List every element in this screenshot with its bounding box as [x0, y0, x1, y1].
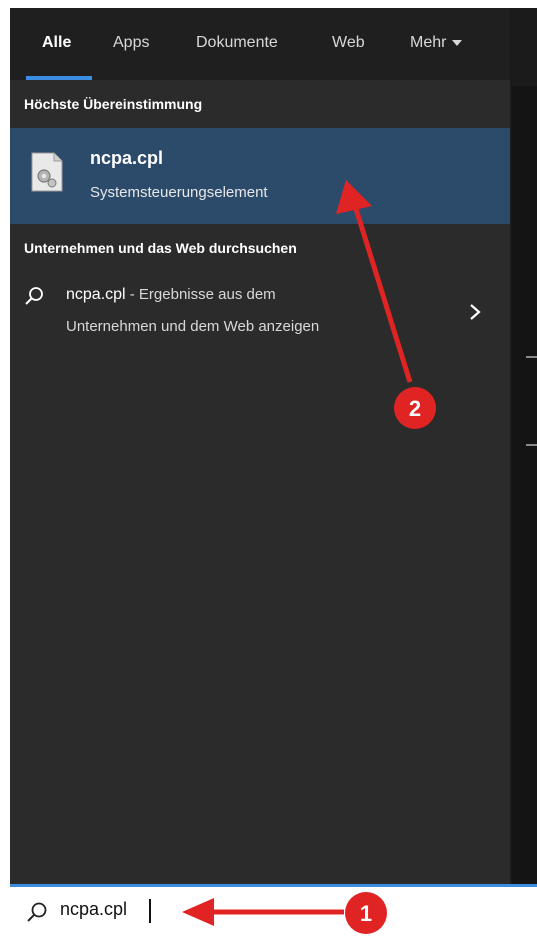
taskbar-search-box[interactable]: [10, 884, 537, 938]
search-results-panel: Alle Apps Dokumente Web Mehr Höchste Übe…: [10, 8, 510, 884]
background-window-body: [512, 86, 537, 884]
best-match-title: ncpa.cpl: [90, 148, 164, 168]
tab-alle[interactable]: Alle: [42, 34, 71, 52]
web-search-line1: ncpa.cpl - Ergebnisse aus dem: [66, 286, 276, 304]
background-window-edge: [510, 8, 537, 884]
search-icon: [27, 902, 47, 922]
best-match-subtitle: Systemsteuerungselement: [90, 184, 268, 201]
search-icon: [25, 287, 43, 305]
tab-web[interactable]: Web: [332, 34, 365, 52]
web-search-query: ncpa.cpl: [66, 286, 126, 303]
chevron-down-icon: [452, 39, 463, 46]
text-cursor: [149, 899, 151, 923]
tab-mehr[interactable]: Mehr: [410, 34, 463, 52]
best-match-item[interactable]: ncpa.cpl Systemsteuerungselement: [10, 128, 510, 224]
web-search-item[interactable]: ncpa.cpl - Ergebnisse aus dem Unternehme…: [10, 280, 510, 352]
background-divider: [526, 444, 537, 446]
control-panel-file-icon: [31, 152, 63, 192]
tab-mehr-label: Mehr: [410, 34, 447, 51]
search-tabs: Alle Apps Dokumente Web Mehr: [10, 8, 510, 80]
web-search-line2: Unternehmen und dem Web anzeigen: [66, 318, 320, 335]
web-search-suffix: - Ergebnisse aus dem: [125, 286, 276, 303]
tab-apps[interactable]: Apps: [113, 34, 149, 52]
active-tab-indicator: [26, 76, 92, 80]
best-match-heading: Höchste Übereinstimmung: [24, 96, 203, 112]
tab-dokumente[interactable]: Dokumente: [196, 34, 278, 52]
search-input[interactable]: [60, 899, 180, 920]
web-search-heading: Unternehmen und das Web durchsuchen: [24, 240, 297, 256]
background-divider: [526, 356, 537, 358]
chevron-right-icon[interactable]: [468, 302, 482, 322]
